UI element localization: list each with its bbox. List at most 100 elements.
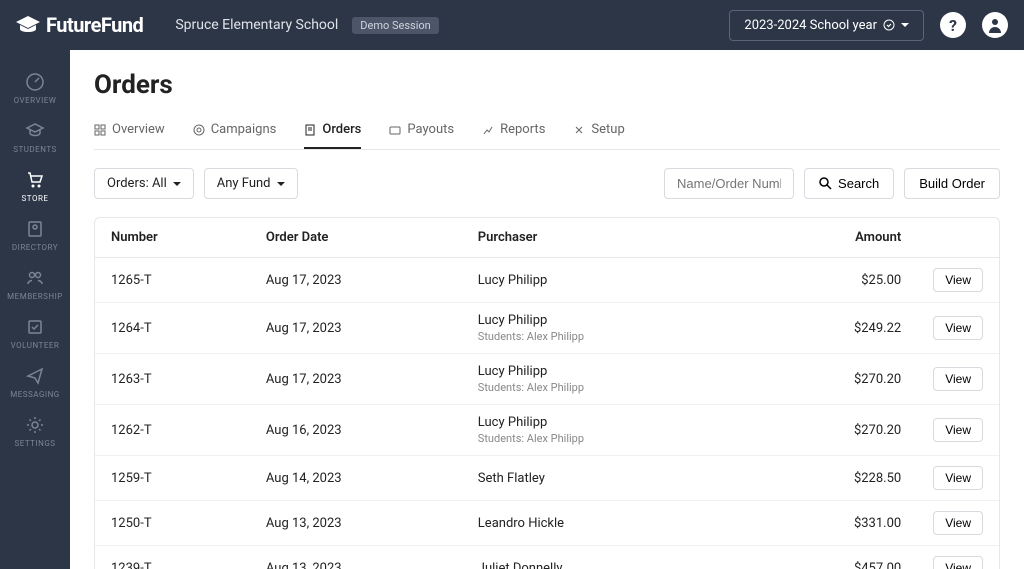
cell-number: 1264-T <box>95 303 250 354</box>
build-order-button[interactable]: Build Order <box>904 168 1000 199</box>
cell-date: Aug 13, 2023 <box>250 501 462 546</box>
cell-purchaser: Juliet Donnelly <box>462 546 761 569</box>
tabs: Overview Campaigns Orders Payouts Report… <box>94 114 1000 150</box>
fund-filter-dropdown[interactable]: Any Fund <box>204 168 298 199</box>
tab-overview[interactable]: Overview <box>94 114 165 149</box>
help-button[interactable]: ? <box>940 12 966 38</box>
purchaser-name: Seth Flatley <box>478 471 745 486</box>
sidebar-item-label: OVERVIEW <box>14 96 57 105</box>
cell-date: Aug 17, 2023 <box>250 258 462 303</box>
cell-amount: $25.00 <box>761 258 917 303</box>
school-name: Spruce Elementary School <box>175 17 338 33</box>
cell-purchaser: Seth Flatley <box>462 456 761 501</box>
tab-label: Payouts <box>407 122 454 137</box>
sidebar-item-label: DIRECTORY <box>12 243 58 252</box>
sidebar-item-label: SETTINGS <box>14 439 55 448</box>
cell-number: 1265-T <box>95 258 250 303</box>
sidebar-item-students[interactable]: STUDENTS <box>0 111 70 160</box>
orders-filter-label: Orders: All <box>107 176 167 191</box>
tools-icon <box>573 124 585 136</box>
sidebar-item-label: MEMBERSHIP <box>7 292 63 301</box>
purchaser-name: Juliet Donnelly <box>478 561 745 569</box>
sidebar-item-label: STORE <box>22 194 49 203</box>
orders-table: Number Order Date Purchaser Amount 1265-… <box>95 218 999 569</box>
sidebar-item-store[interactable]: STORE <box>0 160 70 209</box>
sidebar-item-messaging[interactable]: MESSAGING <box>0 356 70 405</box>
cell-amount: $270.20 <box>761 405 917 456</box>
paper-plane-icon <box>25 366 45 386</box>
orders-filter-dropdown[interactable]: Orders: All <box>94 168 194 199</box>
cell-date: Aug 17, 2023 <box>250 303 462 354</box>
tab-reports[interactable]: Reports <box>482 114 545 149</box>
tab-label: Campaigns <box>211 122 277 137</box>
toolbar: Orders: All Any Fund Search Build Order <box>94 168 1000 199</box>
cell-number: 1259-T <box>95 456 250 501</box>
table-row: 1264-T Aug 17, 2023 Lucy PhilippStudents… <box>95 303 999 354</box>
cell-purchaser: Lucy PhilippStudents: Alex Philipp <box>462 354 761 405</box>
view-button[interactable]: View <box>933 511 983 535</box>
demo-badge: Demo Session <box>352 17 438 34</box>
cart-icon <box>25 170 45 190</box>
tab-setup[interactable]: Setup <box>573 114 624 149</box>
year-dropdown[interactable]: 2023-2024 School year <box>729 10 924 41</box>
cell-purchaser: Lucy PhilippStudents: Alex Philipp <box>462 303 761 354</box>
build-order-label: Build Order <box>919 176 985 191</box>
cell-amount: $331.00 <box>761 501 917 546</box>
cell-amount: $270.20 <box>761 354 917 405</box>
gauge-icon <box>25 72 45 92</box>
table-row: 1265-T Aug 17, 2023 Lucy Philipp $25.00 … <box>95 258 999 303</box>
col-date: Order Date <box>250 218 462 258</box>
cell-number: 1239-T <box>95 546 250 569</box>
cell-amount: $228.50 <box>761 456 917 501</box>
sidebar-item-directory[interactable]: DIRECTORY <box>0 209 70 258</box>
sidebar-item-overview[interactable]: OVERVIEW <box>0 62 70 111</box>
view-button[interactable]: View <box>933 268 983 292</box>
search-button-label: Search <box>838 176 879 191</box>
tab-payouts[interactable]: Payouts <box>389 114 454 149</box>
page-title: Orders <box>94 70 1000 100</box>
content: Orders Overview Campaigns Orders Payouts… <box>70 50 1024 569</box>
sidebar-item-label: STUDENTS <box>13 145 57 154</box>
search-icon <box>819 177 832 190</box>
user-icon <box>987 17 1003 33</box>
view-button[interactable]: View <box>933 556 983 569</box>
directory-icon <box>25 219 45 239</box>
tab-campaigns[interactable]: Campaigns <box>193 114 277 149</box>
table-row: 1263-T Aug 17, 2023 Lucy PhilippStudents… <box>95 354 999 405</box>
cell-number: 1250-T <box>95 501 250 546</box>
purchaser-name: Lucy Philipp <box>478 313 745 328</box>
view-button[interactable]: View <box>933 316 983 340</box>
people-icon <box>25 268 45 288</box>
tab-orders[interactable]: Orders <box>304 114 361 149</box>
brand-logo[interactable]: FutureFund <box>16 13 143 37</box>
search-button[interactable]: Search <box>804 168 894 199</box>
avatar-button[interactable] <box>982 12 1008 38</box>
cap-icon <box>16 16 40 34</box>
view-button[interactable]: View <box>933 466 983 490</box>
target-icon <box>193 124 205 136</box>
chevron-down-icon <box>901 23 909 27</box>
sidebar-item-settings[interactable]: SETTINGS <box>0 405 70 454</box>
tab-label: Overview <box>112 122 165 137</box>
sidebar-item-membership[interactable]: MEMBERSHIP <box>0 258 70 307</box>
cell-purchaser: Lucy Philipp <box>462 258 761 303</box>
chart-icon <box>482 124 494 136</box>
cell-purchaser: Leandro Hickle <box>462 501 761 546</box>
view-button[interactable]: View <box>933 418 983 442</box>
sidebar-item-volunteer[interactable]: VOLUNTEER <box>0 307 70 356</box>
table-row: 1250-T Aug 13, 2023 Leandro Hickle $331.… <box>95 501 999 546</box>
list-icon <box>304 124 316 136</box>
fund-filter-label: Any Fund <box>217 176 271 191</box>
purchaser-name: Leandro Hickle <box>478 516 745 531</box>
topbar: FutureFund Spruce Elementary School Demo… <box>0 0 1024 50</box>
wallet-icon <box>389 124 401 136</box>
cell-number: 1263-T <box>95 354 250 405</box>
checkmark-icon <box>883 19 895 31</box>
purchaser-name: Lucy Philipp <box>478 364 745 379</box>
table-row: 1262-T Aug 16, 2023 Lucy PhilippStudents… <box>95 405 999 456</box>
search-input[interactable] <box>664 168 794 199</box>
cell-date: Aug 14, 2023 <box>250 456 462 501</box>
sidebar-item-label: VOLUNTEER <box>11 341 60 350</box>
view-button[interactable]: View <box>933 367 983 391</box>
tab-label: Reports <box>500 122 545 137</box>
